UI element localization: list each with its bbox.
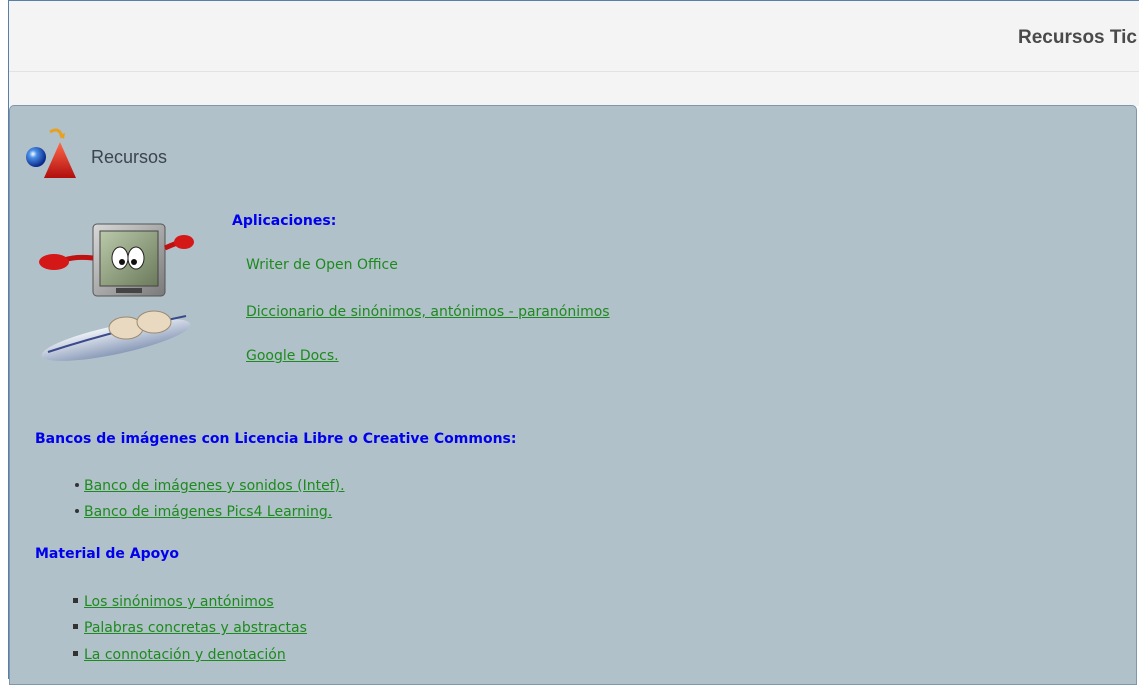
bullet-square-icon (73, 624, 78, 629)
shapes-logo-icon (26, 128, 76, 178)
sinonimos-antonimos-link[interactable]: Los sinónimos y antónimos (84, 594, 274, 610)
palabras-concretas-link[interactable]: Palabras concretas y abstractas (84, 620, 307, 636)
google-docs-link[interactable]: Google Docs. (246, 348, 339, 364)
writer-open-office-text: Writer de Open Office (246, 257, 398, 273)
header-strip (9, 72, 1139, 106)
bullet-dot-icon (75, 509, 79, 513)
aplicaciones-heading: Aplicaciones: (232, 213, 337, 229)
diccionario-sinonimos-link[interactable]: Diccionario de sinónimos, antónimos - pa… (246, 304, 610, 320)
bancos-imagenes-heading: Bancos de imágenes con Licencia Libre o … (35, 431, 517, 447)
bullet-square-icon (73, 598, 78, 603)
bullet-dot-icon (75, 483, 79, 487)
section-title: Recursos (91, 147, 168, 167)
title-bar: Recursos Tic (9, 1, 1139, 72)
page-title: Recursos Tic (1018, 27, 1137, 48)
material-apoyo-heading: Material de Apoyo (35, 546, 179, 562)
bullet-square-icon (73, 651, 78, 656)
banco-pics4-learning-link[interactable]: Banco de imágenes Pics4 Learning. (84, 504, 332, 520)
banco-intef-link[interactable]: Banco de imágenes y sonidos (Intef). (84, 478, 345, 494)
computer-mascot-surfboard-icon (39, 223, 194, 361)
connotacion-denotacion-link[interactable]: La connotación y denotación (84, 647, 286, 663)
